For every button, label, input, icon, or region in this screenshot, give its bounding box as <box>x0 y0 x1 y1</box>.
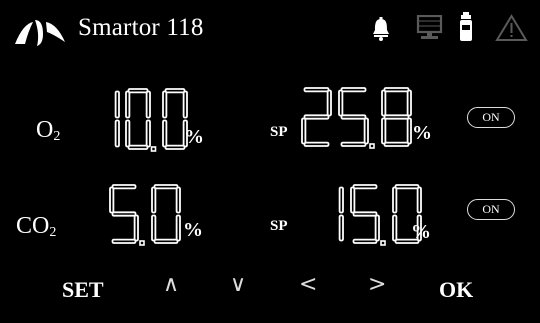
co2-sp-value <box>338 184 422 246</box>
decimal-point <box>380 240 386 246</box>
co2-value <box>109 184 181 246</box>
segment-f <box>381 89 387 117</box>
segment-a <box>127 88 149 94</box>
segment-c <box>114 119 120 148</box>
segment-a <box>111 184 137 190</box>
right-button[interactable]: > <box>368 272 386 297</box>
o2-sp-label: SP <box>270 124 288 140</box>
segment-f <box>338 89 344 117</box>
segment-d <box>127 144 149 150</box>
segment-e <box>381 117 387 145</box>
o2-sp-unit: % <box>412 122 432 144</box>
computer-icon[interactable] <box>416 15 444 42</box>
segment-d <box>352 238 378 244</box>
segment-c <box>338 214 344 242</box>
segment-f <box>162 90 168 119</box>
decimal-point <box>369 143 375 149</box>
segment-f <box>125 90 131 119</box>
bell-icon[interactable] <box>371 17 391 41</box>
segment-f <box>151 186 157 214</box>
segment-f <box>350 186 356 214</box>
segment-a <box>394 184 420 190</box>
segment-d <box>164 144 186 150</box>
o2-value-display <box>93 88 191 152</box>
segment-a <box>303 87 330 93</box>
segment-e <box>125 119 131 148</box>
co2-value-display <box>108 184 184 246</box>
segment-c <box>133 214 139 242</box>
segment-d <box>153 238 179 244</box>
up-button[interactable]: ∧ <box>163 272 179 297</box>
segment-d <box>383 141 410 147</box>
o2-sp-display[interactable] <box>300 87 415 149</box>
segment-e <box>151 214 157 242</box>
o2-unit: % <box>184 126 204 148</box>
segment-g <box>111 211 137 217</box>
segment-g <box>383 114 410 120</box>
segment-b <box>416 186 422 214</box>
segment-b <box>175 186 181 214</box>
segment-b <box>114 90 120 119</box>
ok-button[interactable]: OK <box>439 277 473 303</box>
warning-icon[interactable] <box>495 14 528 42</box>
co2-label: CO2 <box>16 213 57 240</box>
segment-f <box>109 186 115 214</box>
segment-b <box>145 90 151 119</box>
co2-sp-label: SP <box>270 218 288 234</box>
co2-on-toggle[interactable]: ON <box>467 199 515 220</box>
segment-d <box>303 141 330 147</box>
segment-d <box>340 141 367 147</box>
segment-b <box>338 186 344 214</box>
app-title: Smartor 118 <box>78 14 204 41</box>
segment-a <box>164 88 186 94</box>
decimal-point <box>139 240 145 246</box>
segment-e <box>301 117 307 145</box>
segment-e <box>392 214 398 242</box>
segment-a <box>340 87 367 93</box>
segment-a <box>153 184 179 190</box>
segment-c <box>406 117 412 145</box>
o2-sp-value <box>301 87 412 149</box>
o2-label: O2 <box>36 117 61 144</box>
o2-value <box>114 88 188 152</box>
o2-on-toggle[interactable]: ON <box>467 107 515 128</box>
segment-e <box>162 119 168 148</box>
segment-b <box>406 89 412 117</box>
segment-b <box>182 90 188 119</box>
decimal-point <box>150 146 157 152</box>
segment-d <box>111 238 137 244</box>
segment-a <box>352 184 378 190</box>
segment-g <box>303 114 330 120</box>
segment-g <box>352 211 378 217</box>
down-button[interactable]: ∨ <box>230 272 246 297</box>
segment-c <box>363 117 369 145</box>
co2-sp-unit: % <box>411 221 431 243</box>
co2-unit: % <box>183 219 203 241</box>
gas-cylinder-icon[interactable] <box>458 12 474 42</box>
segment-c <box>145 119 151 148</box>
logo-icon <box>15 20 65 46</box>
segment-b <box>326 89 332 117</box>
segment-c <box>175 214 181 242</box>
segment-f <box>392 186 398 214</box>
left-button[interactable]: < <box>299 272 317 297</box>
co2-sp-display[interactable] <box>313 184 425 246</box>
segment-g <box>340 114 367 120</box>
segment-a <box>383 87 410 93</box>
segment-c <box>374 214 380 242</box>
set-button[interactable]: SET <box>62 277 104 303</box>
